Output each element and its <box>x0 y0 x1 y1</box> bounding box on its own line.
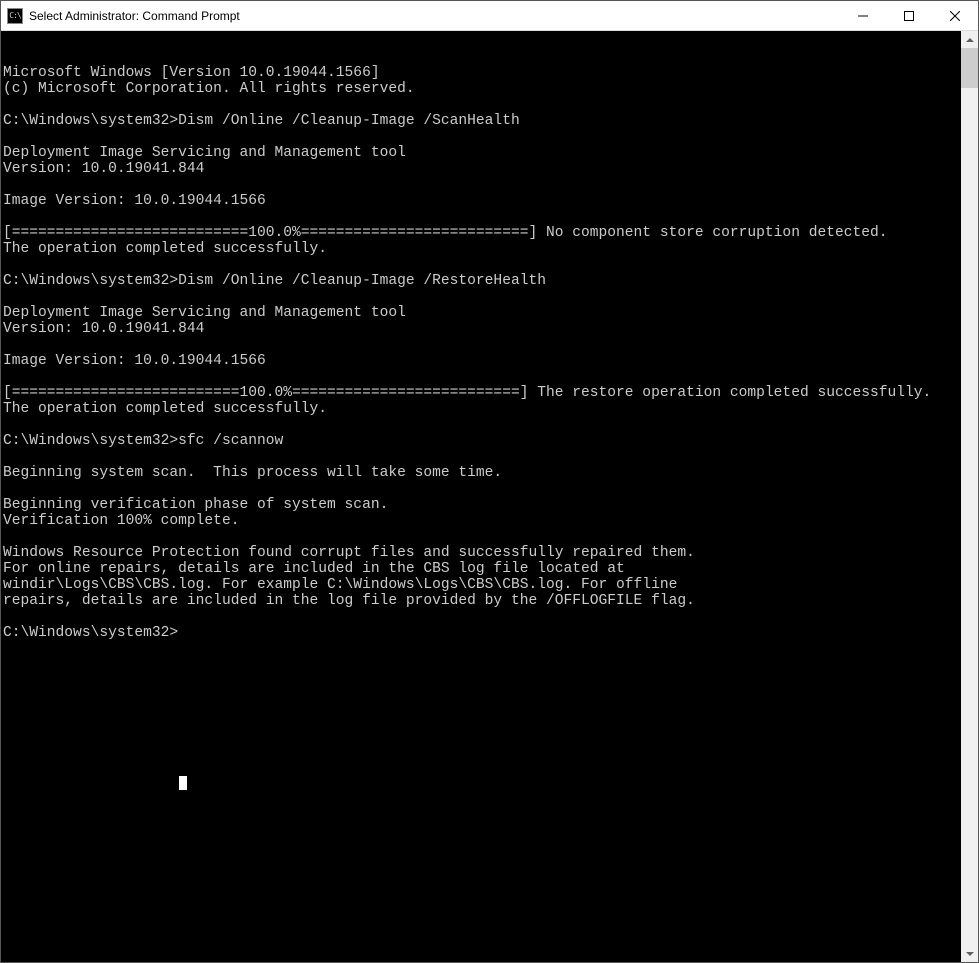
console-line <box>3 209 959 225</box>
console-line: repairs, details are included in the log… <box>3 593 959 609</box>
console-line: Deployment Image Servicing and Managemen… <box>3 145 959 161</box>
text-cursor <box>179 776 187 790</box>
scroll-up-arrow-icon[interactable] <box>961 31 978 48</box>
console-line: (c) Microsoft Corporation. All rights re… <box>3 81 959 97</box>
console-line: Deployment Image Servicing and Managemen… <box>3 305 959 321</box>
console-line <box>3 97 959 113</box>
console-line: [===========================100.0%======… <box>3 225 959 241</box>
console-output[interactable]: Microsoft Windows [Version 10.0.19044.15… <box>1 31 961 962</box>
console-line <box>3 609 959 625</box>
cmd-icon: C:\ <box>7 8 23 24</box>
close-button[interactable] <box>932 1 978 30</box>
console-line: C:\Windows\system32> <box>3 625 959 641</box>
console-line: windir\Logs\CBS\CBS.log. For example C:\… <box>3 577 959 593</box>
console-line <box>3 449 959 465</box>
console-line <box>3 129 959 145</box>
console-line: Image Version: 10.0.19044.1566 <box>3 353 959 369</box>
console-line: The operation completed successfully. <box>3 241 959 257</box>
console-line: C:\Windows\system32>sfc /scannow <box>3 433 959 449</box>
vertical-scrollbar[interactable] <box>961 31 978 962</box>
console-line: C:\Windows\system32>Dism /Online /Cleanu… <box>3 113 959 129</box>
console-line: Microsoft Windows [Version 10.0.19044.15… <box>3 65 959 81</box>
console-line: Version: 10.0.19041.844 <box>3 321 959 337</box>
minimize-button[interactable] <box>840 1 886 30</box>
console-line: [==========================100.0%=======… <box>3 385 959 401</box>
console-line <box>3 177 959 193</box>
scroll-down-arrow-icon[interactable] <box>961 945 978 962</box>
maximize-button[interactable] <box>886 1 932 30</box>
console-line: For online repairs, details are included… <box>3 561 959 577</box>
console-line: Beginning verification phase of system s… <box>3 497 959 513</box>
console-line <box>3 481 959 497</box>
console-line <box>3 257 959 273</box>
window-controls <box>840 1 978 30</box>
console-line: Windows Resource Protection found corrup… <box>3 545 959 561</box>
console-line <box>3 529 959 545</box>
titlebar[interactable]: C:\ Select Administrator: Command Prompt <box>1 1 978 31</box>
command-prompt-window: C:\ Select Administrator: Command Prompt… <box>0 0 979 963</box>
console-line: The operation completed successfully. <box>3 401 959 417</box>
console-line: C:\Windows\system32>Dism /Online /Cleanu… <box>3 273 959 289</box>
console-line: Beginning system scan. This process will… <box>3 465 959 481</box>
scrollbar-thumb[interactable] <box>961 48 978 88</box>
console-line <box>3 289 959 305</box>
console-line: Image Version: 10.0.19044.1566 <box>3 193 959 209</box>
console-area: Microsoft Windows [Version 10.0.19044.15… <box>1 31 978 962</box>
console-line: Verification 100% complete. <box>3 513 959 529</box>
console-line <box>3 369 959 385</box>
console-line <box>3 417 959 433</box>
window-title: Select Administrator: Command Prompt <box>29 9 840 23</box>
console-line <box>3 337 959 353</box>
console-line: Version: 10.0.19041.844 <box>3 161 959 177</box>
